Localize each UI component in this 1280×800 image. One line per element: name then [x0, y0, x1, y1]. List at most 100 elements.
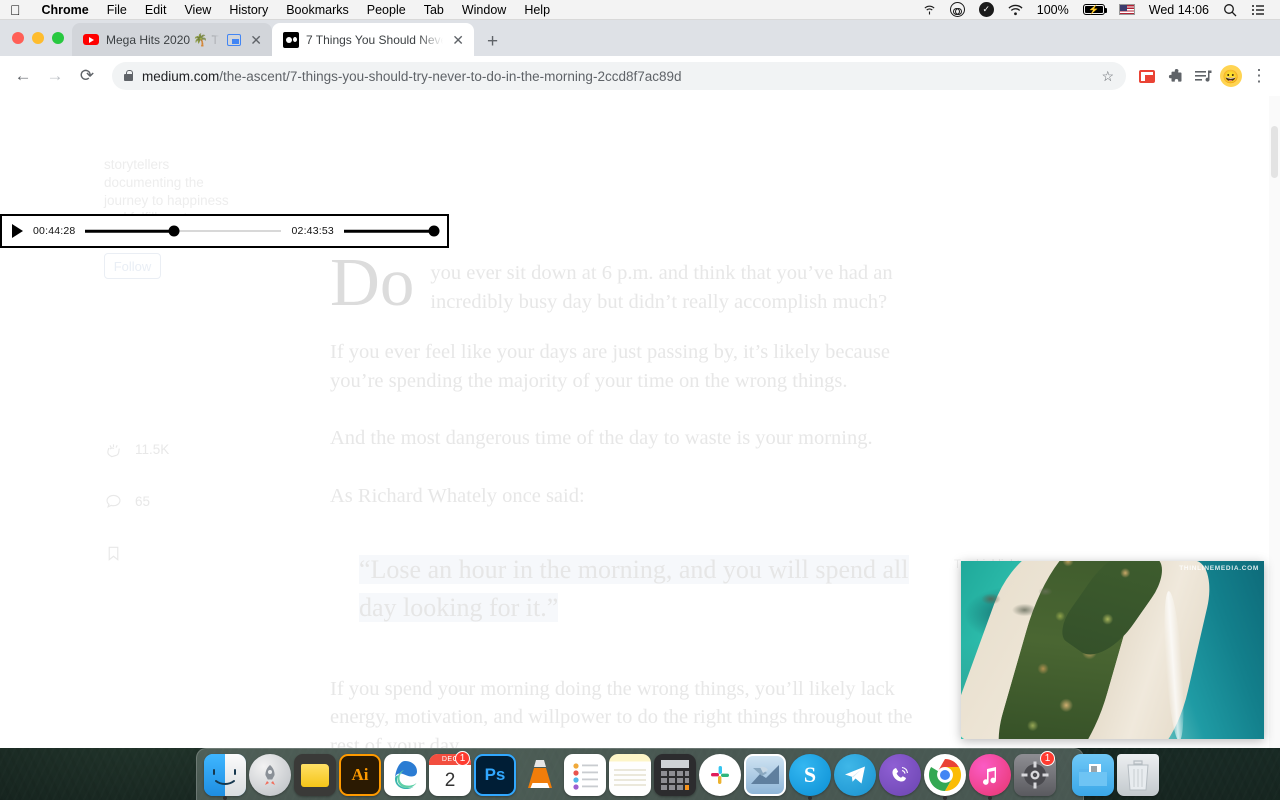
- us-flag-icon[interactable]: [1112, 4, 1142, 15]
- extensions-puzzle-icon[interactable]: [1162, 63, 1188, 89]
- control-center-icon[interactable]: [1244, 4, 1272, 16]
- tab-close-icon[interactable]: ✕: [450, 33, 466, 47]
- dock-item-reminders[interactable]: [564, 752, 606, 800]
- clap-row[interactable]: 11.5K: [104, 436, 169, 462]
- apple-icon[interactable]: : [0, 3, 33, 17]
- menu-item-tab[interactable]: Tab: [415, 3, 453, 17]
- volume-filled: [344, 230, 434, 233]
- url-domain: medium.com: [142, 69, 219, 84]
- current-time-label: 00:44:28: [33, 225, 75, 237]
- dock-item-launchpad[interactable]: [249, 752, 291, 800]
- picture-in-picture-icon[interactable]: [1134, 63, 1160, 89]
- star-icon[interactable]: ☆: [1101, 68, 1114, 85]
- minimize-window-button[interactable]: [32, 32, 44, 44]
- lead-paragraph-block: Do you ever sit down at 6 p.m. and think…: [330, 251, 936, 316]
- calendar-day: 2: [445, 765, 456, 796]
- dock-item-edge[interactable]: [384, 752, 426, 800]
- creative-cloud-icon[interactable]: [943, 2, 972, 17]
- article-engagement-bar: 11.5K 65: [104, 436, 169, 592]
- search-icon[interactable]: [1216, 3, 1244, 17]
- avatar-emoji: 😀: [1220, 65, 1242, 87]
- comment-row[interactable]: 65: [104, 488, 169, 514]
- quote-text: “Lose an hour in the morning, and you wi…: [359, 555, 909, 622]
- wifi-icon[interactable]: [1001, 4, 1030, 16]
- dock-item-notes[interactable]: [609, 752, 651, 800]
- paragraph-4: If you spend your morning doing the wron…: [330, 675, 936, 748]
- dock-item-chrome[interactable]: [924, 752, 966, 800]
- battery-charging-icon[interactable]: ⚡: [1076, 4, 1112, 15]
- comment-count: 65: [135, 494, 150, 509]
- dock-item-files[interactable]: [294, 752, 336, 800]
- dock-item-illustrator[interactable]: Ai: [339, 752, 381, 800]
- system-preferences-badge: 1: [1040, 751, 1055, 766]
- dock-item-viber[interactable]: [879, 752, 921, 800]
- bookmark-icon[interactable]: [104, 544, 123, 563]
- menu-item-file[interactable]: File: [98, 3, 136, 17]
- menu-item-help[interactable]: Help: [515, 3, 559, 17]
- dock-item-system-preferences[interactable]: 1: [1014, 752, 1056, 800]
- more-menu-icon[interactable]: ⋮: [1246, 63, 1272, 89]
- tab-close-icon[interactable]: ✕: [248, 33, 264, 47]
- close-window-button[interactable]: [12, 32, 24, 44]
- menu-item-history[interactable]: History: [220, 3, 277, 17]
- dock-item-finder[interactable]: [204, 752, 246, 800]
- running-indicator: [988, 796, 992, 800]
- tab-medium-article[interactable]: 7 Things You Should Never Do ✕: [272, 23, 474, 56]
- follow-button[interactable]: Follow: [104, 253, 161, 279]
- maximize-window-button[interactable]: [52, 32, 64, 44]
- dock-item-trash[interactable]: [1117, 752, 1159, 800]
- dock-item-itunes[interactable]: [969, 752, 1011, 800]
- picture-in-picture-indicator-icon[interactable]: [227, 34, 241, 46]
- dock-item-mail[interactable]: [744, 752, 786, 800]
- menu-item-bookmarks[interactable]: Bookmarks: [277, 3, 358, 17]
- paragraph-2: And the most dangerous time of the day t…: [330, 424, 936, 453]
- dock-item-vlc[interactable]: [519, 752, 561, 800]
- window-traffic-lights[interactable]: [12, 32, 64, 44]
- volume-knob[interactable]: [428, 226, 439, 237]
- lock-icon: [124, 74, 133, 81]
- reload-icon[interactable]: ⟳: [72, 61, 102, 91]
- clock-label[interactable]: Wed 14:06: [1142, 3, 1216, 17]
- clap-icon[interactable]: [104, 440, 123, 459]
- menu-item-chrome[interactable]: Chrome: [33, 3, 98, 17]
- picture-in-picture-video[interactable]: THINLINEMEDIA.COM: [961, 561, 1264, 739]
- mac-menu-bar:  Chrome File Edit View History Bookmark…: [0, 0, 1280, 20]
- tab-strip: Mega Hits 2020 🌴 The Be ✕ 7 Things You S…: [0, 20, 1280, 56]
- address-bar[interactable]: medium.com/the-ascent/7-things-you-shoul…: [112, 62, 1126, 90]
- hotspot-icon[interactable]: [916, 3, 943, 16]
- progress-knob[interactable]: [168, 226, 179, 237]
- play-icon[interactable]: [12, 224, 23, 238]
- media-playlist-icon[interactable]: [1190, 63, 1216, 89]
- media-player-overlay[interactable]: 00:44:28 02:43:53: [0, 214, 449, 248]
- menu-item-view[interactable]: View: [175, 3, 220, 17]
- dock-item-photoshop[interactable]: Ps: [474, 752, 516, 800]
- comment-icon[interactable]: [104, 492, 123, 511]
- page-scrollbar[interactable]: [1269, 96, 1280, 748]
- running-indicator: [808, 796, 812, 800]
- profile-avatar[interactable]: 😀: [1218, 63, 1244, 89]
- checkmark-icon[interactable]: ✓: [972, 2, 1001, 17]
- tab-label: 7 Things You Should Never Do: [306, 33, 443, 47]
- progress-slider[interactable]: [85, 225, 281, 237]
- menu-item-window[interactable]: Window: [453, 3, 515, 17]
- dock-item-calendar[interactable]: DEC 2 1: [429, 752, 471, 800]
- dock-item-calculator[interactable]: [654, 752, 696, 800]
- menu-item-people[interactable]: People: [358, 3, 415, 17]
- back-icon[interactable]: ←: [8, 61, 38, 91]
- volume-slider[interactable]: [344, 225, 434, 237]
- dock-item-slack[interactable]: [699, 752, 741, 800]
- menu-item-edit[interactable]: Edit: [136, 3, 176, 17]
- dock-item-telegram[interactable]: [834, 752, 876, 800]
- tab-label: Mega Hits 2020 🌴 The Be: [106, 33, 220, 47]
- browser-toolbar: ← → ⟳ medium.com/the-ascent/7-things-you…: [0, 56, 1280, 96]
- progress-filled: [85, 230, 173, 233]
- new-tab-button[interactable]: +: [474, 32, 509, 56]
- url-path: /the-ascent/7-things-you-should-try-neve…: [219, 69, 681, 84]
- tab-youtube[interactable]: Mega Hits 2020 🌴 The Be ✕: [72, 23, 272, 56]
- forward-icon[interactable]: →: [40, 61, 70, 91]
- dock-item-downloads[interactable]: [1072, 752, 1114, 800]
- bookmark-row[interactable]: [104, 540, 169, 566]
- reef-rocks: [975, 579, 1055, 629]
- dock-item-skype[interactable]: S: [789, 752, 831, 800]
- scrollbar-thumb[interactable]: [1271, 126, 1278, 178]
